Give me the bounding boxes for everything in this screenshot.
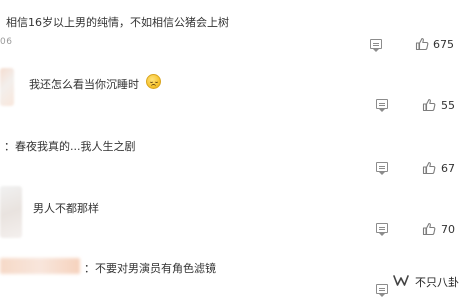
comment-item: 相信16岁以上男的纯情，不如相信公猪会上树 06 675 bbox=[0, 0, 474, 60]
thumbs-up-icon[interactable] bbox=[415, 37, 429, 51]
thumbs-up-icon[interactable] bbox=[422, 222, 436, 236]
reply-icon[interactable] bbox=[376, 99, 390, 113]
comment-item: 男人不都那样 70 bbox=[0, 182, 474, 242]
comment-text: ：春夜我真的...我人生之剧 bbox=[4, 140, 136, 153]
comment-text: 男人不都那样 bbox=[33, 202, 99, 215]
flushed-smile-emoji bbox=[146, 74, 161, 89]
comment-time: 06 bbox=[0, 37, 13, 47]
reply-icon[interactable] bbox=[376, 223, 390, 237]
like-count: 675 bbox=[433, 38, 454, 51]
username bbox=[0, 258, 80, 274]
like-count: 70 bbox=[441, 223, 455, 236]
like-count: 55 bbox=[441, 99, 455, 112]
watermark-text: 不只八卦 bbox=[415, 276, 459, 289]
comment-item: 我还怎么看当你沉睡时 55 bbox=[0, 62, 474, 118]
avatar bbox=[0, 68, 14, 106]
reply-icon[interactable] bbox=[370, 39, 384, 53]
comment-item: ：春夜我真的...我人生之剧 67 bbox=[0, 120, 474, 182]
comment-text: 相信16岁以上男的纯情，不如相信公猪会上树 bbox=[6, 16, 229, 29]
comment-item: ：不要对男演员有角色滤镜 不只八卦 bbox=[0, 244, 474, 303]
reply-icon[interactable] bbox=[376, 284, 390, 298]
like-count: 67 bbox=[441, 162, 455, 175]
thumbs-up-icon[interactable] bbox=[422, 161, 436, 175]
wechat-channel-icon bbox=[393, 275, 409, 286]
comment-text: 我还怎么看当你沉睡时 bbox=[29, 78, 139, 91]
reply-icon[interactable] bbox=[376, 162, 390, 176]
avatar bbox=[0, 186, 22, 238]
watermark: 不只八卦 bbox=[393, 272, 474, 292]
thumbs-up-icon[interactable] bbox=[422, 98, 436, 112]
comment-text: ：不要对男演员有角色滤镜 bbox=[84, 262, 216, 275]
